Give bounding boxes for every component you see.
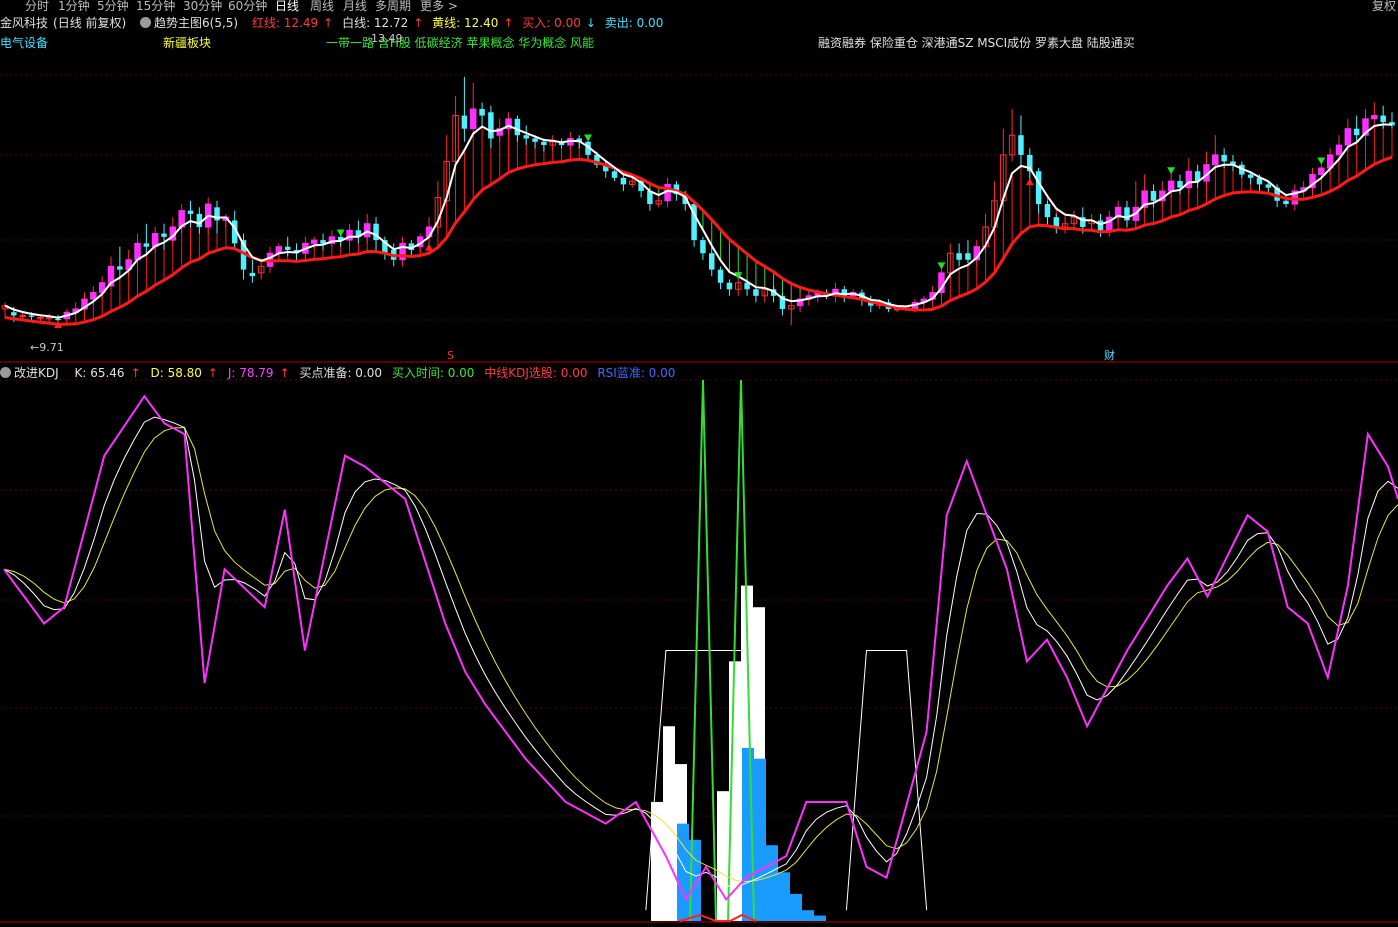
indicator2-header: 改进KDJ K: 65.46 ↑ D: 58.80 ↑ J: 78.79 ↑ 买点准备… <box>0 364 681 380</box>
kdj-panel[interactable] <box>3 379 1398 922</box>
candle-body <box>1044 204 1051 218</box>
mid-kdj-value: 中线KDJ选股: 0.00 <box>484 366 588 380</box>
candle-body <box>1265 184 1272 188</box>
red-trend-line <box>4 155 1393 326</box>
j-value: J: 78.79 <box>227 366 274 380</box>
candle-body <box>709 253 715 270</box>
white-signal-bar <box>717 791 729 921</box>
d-value: D: 58.80 <box>150 366 202 380</box>
candle-body <box>143 243 150 247</box>
rsi-value: RSI蓝准: 0.00 <box>597 366 676 380</box>
candle-body <box>956 253 962 260</box>
candle-body <box>1318 167 1325 176</box>
candle-body <box>11 312 17 316</box>
candle-body <box>700 240 706 254</box>
d-up-arrow-icon: ↑ <box>207 366 218 380</box>
prep-value: 买点准备: 0.00 <box>299 366 383 380</box>
candle-body <box>1018 135 1024 155</box>
sell-arrow-icon <box>1317 157 1326 165</box>
blue-signal-bar <box>802 910 814 921</box>
candle-body <box>28 315 35 317</box>
candle-body <box>479 109 485 116</box>
candle-body <box>1353 128 1360 136</box>
candlestick-panel[interactable] <box>1 76 1395 329</box>
candle-body <box>55 318 61 321</box>
blue-signal-bar <box>790 893 802 921</box>
blue-signal-bar <box>814 915 826 921</box>
chart-grid <box>0 74 1398 923</box>
buy-time-value: 买入时间: 0.00 <box>391 366 475 380</box>
candle-body <box>1177 181 1183 188</box>
high-price-label: 13.49 <box>371 32 403 45</box>
buy-arrow-icon <box>425 243 434 251</box>
k-value: K: 65.46 <box>74 366 125 380</box>
sell-arrow-icon <box>336 229 345 237</box>
candle-body <box>532 138 538 142</box>
candle-body <box>1283 200 1289 205</box>
candle-body <box>310 239 318 244</box>
s-marker: S <box>447 349 454 362</box>
candle-body <box>541 141 547 146</box>
candle-body <box>1212 154 1219 166</box>
candle-body <box>514 118 521 136</box>
candle-body <box>965 253 971 260</box>
candle-body <box>196 213 203 227</box>
finance-marker[interactable]: 财 <box>1104 348 1115 362</box>
sell-arrow-icon <box>1167 167 1176 175</box>
blue-signal-bar <box>778 872 790 921</box>
candle-body <box>1150 190 1157 201</box>
white-trend-line <box>4 123 1393 319</box>
low-price-label: ←9.71 <box>30 341 64 354</box>
candle-body <box>461 115 468 129</box>
candle-body <box>620 177 627 185</box>
candle-body <box>726 282 733 290</box>
candle-body <box>1247 174 1254 178</box>
gear-icon[interactable] <box>0 367 11 378</box>
candle-body <box>1371 115 1378 120</box>
sell-arrow-icon <box>584 134 593 142</box>
candle-body <box>1380 115 1386 123</box>
candle-body <box>611 171 618 178</box>
candle-body <box>523 135 529 139</box>
candle-body <box>284 246 291 250</box>
blue-signal-bar <box>766 845 778 921</box>
candle-body <box>1035 171 1042 205</box>
candle-body <box>1053 217 1060 227</box>
candle-body <box>753 289 759 296</box>
price-chart[interactable]: ←9.71 13.49 S 财 <box>0 0 1398 927</box>
candle-body <box>363 223 371 238</box>
blue-signal-bar <box>754 758 766 921</box>
buy-arrow-icon <box>1025 178 1034 186</box>
candle-body <box>1221 154 1227 162</box>
indicator2-settings[interactable]: 改进KDJ <box>0 366 65 380</box>
candle-body <box>249 272 256 277</box>
candle-body <box>161 233 167 237</box>
j-up-arrow-icon: ↑ <box>279 366 290 380</box>
candle-body <box>469 108 477 130</box>
candle-body <box>1335 144 1343 156</box>
candle-body <box>1344 128 1352 146</box>
candle-body <box>90 292 97 300</box>
candle-body <box>1167 180 1175 192</box>
candle-body <box>187 210 194 214</box>
signal-box-line <box>845 650 928 911</box>
sell-arrow-icon <box>937 262 946 270</box>
candle-body <box>117 266 123 270</box>
candle-body <box>19 315 26 317</box>
candle-body <box>717 269 724 283</box>
k-up-arrow-icon: ↑ <box>130 366 141 380</box>
candle-body <box>488 112 494 139</box>
